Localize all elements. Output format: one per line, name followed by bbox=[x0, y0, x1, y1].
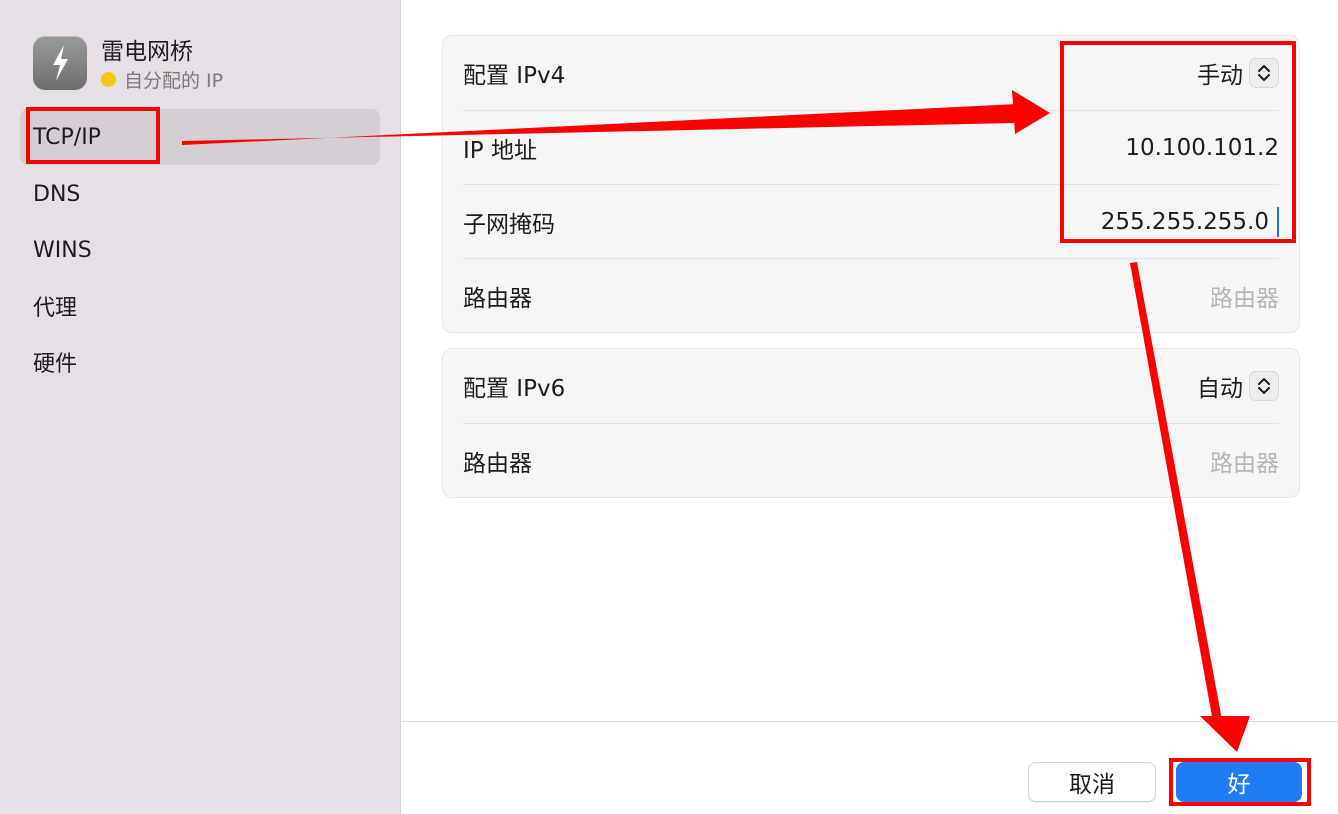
footer-divider bbox=[402, 721, 1338, 722]
sidebar-item-wins[interactable]: WINS bbox=[20, 222, 380, 278]
configure-ipv6-select[interactable]: 自动 bbox=[1197, 369, 1279, 403]
status-dot-icon bbox=[101, 72, 116, 87]
sidebar-item-proxy[interactable]: 代理 bbox=[20, 278, 380, 334]
ipv4-router-row: 路由器 路由器 bbox=[463, 258, 1279, 332]
configure-ipv6-row: 配置 IPv6 自动 bbox=[463, 349, 1279, 423]
sidebar-item-dns[interactable]: DNS bbox=[20, 166, 380, 222]
configure-ipv6-label: 配置 IPv6 bbox=[463, 376, 566, 402]
chevron-up-down-icon[interactable] bbox=[1249, 371, 1279, 401]
ipv4-router-field[interactable]: 路由器 bbox=[1210, 279, 1279, 313]
subnet-mask-label: 子网掩码 bbox=[463, 211, 555, 238]
subnet-mask-value: 255.255.255.0 bbox=[1100, 208, 1269, 235]
ip-address-field[interactable]: 10.100.101.2 bbox=[1125, 135, 1279, 161]
subnet-mask-row: 子网掩码 255.255.255.0 bbox=[463, 184, 1279, 258]
configure-ipv4-select[interactable]: 手动 bbox=[1197, 56, 1279, 90]
cancel-button[interactable]: 取消 bbox=[1028, 762, 1156, 802]
sidebar: 雷电网桥 自分配的 IP TCP/IP DNS WINS 代理 硬件 bbox=[0, 0, 401, 814]
sidebar-item-label: DNS bbox=[33, 181, 81, 207]
ipv4-group: 配置 IPv4 手动 IP 地址 10.100.101.2 子网掩码 255.2… bbox=[442, 35, 1300, 333]
ok-button[interactable]: 好 bbox=[1176, 762, 1302, 802]
sidebar-item-label: 代理 bbox=[33, 296, 78, 321]
configure-ipv6-value: 自动 bbox=[1197, 376, 1243, 402]
app-title: 雷电网桥 bbox=[101, 39, 193, 65]
configure-ipv4-value: 手动 bbox=[1197, 63, 1243, 89]
app-status: 自分配的 IP bbox=[101, 66, 223, 93]
sidebar-item-label: 硬件 bbox=[33, 352, 78, 377]
text-cursor bbox=[1277, 206, 1279, 237]
ip-address-row: IP 地址 10.100.101.2 bbox=[463, 110, 1279, 184]
sidebar-item-label: TCP/IP bbox=[33, 124, 101, 150]
ip-address-label: IP 地址 bbox=[463, 137, 537, 164]
app-status-text: 自分配的 IP bbox=[124, 70, 224, 92]
configure-ipv4-row: 配置 IPv4 手动 bbox=[463, 36, 1279, 110]
chevron-up-down-icon[interactable] bbox=[1249, 58, 1279, 88]
ipv6-router-field[interactable]: 路由器 bbox=[1210, 444, 1279, 478]
ipv6-group: 配置 IPv6 自动 路由器 路由器 bbox=[442, 348, 1300, 498]
sidebar-item-label: WINS bbox=[33, 237, 92, 263]
thunderbolt-bolt-icon bbox=[33, 36, 87, 90]
ipv4-router-label: 路由器 bbox=[463, 285, 532, 312]
subnet-mask-field[interactable]: 255.255.255.0 bbox=[1100, 206, 1279, 237]
ipv6-router-row: 路由器 路由器 bbox=[463, 423, 1279, 497]
ipv6-router-label: 路由器 bbox=[463, 450, 532, 477]
sidebar-item-tcpip[interactable]: TCP/IP bbox=[20, 109, 380, 165]
main-panel: 配置 IPv4 手动 IP 地址 10.100.101.2 子网掩码 255.2… bbox=[402, 0, 1338, 814]
sidebar-item-hardware[interactable]: 硬件 bbox=[20, 334, 380, 390]
configure-ipv4-label: 配置 IPv4 bbox=[463, 63, 566, 89]
